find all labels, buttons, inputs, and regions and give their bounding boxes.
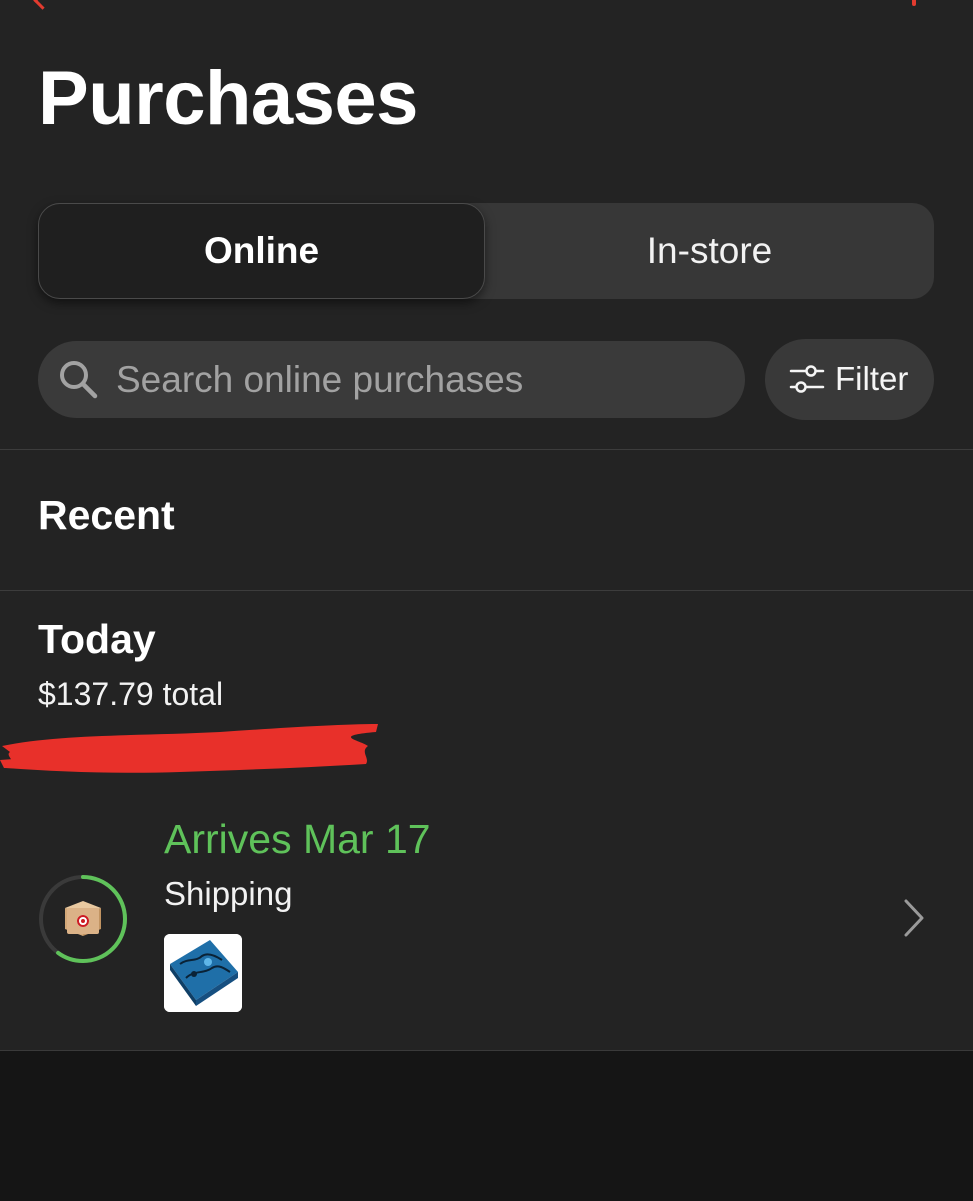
- sliders-icon: [789, 365, 825, 393]
- package-box-icon: [65, 901, 101, 936]
- order-status: Shipping: [164, 875, 293, 912]
- redaction-scribble: [0, 724, 378, 773]
- tab-online[interactable]: Online: [38, 203, 485, 299]
- arrival-date: Arrives Mar 17: [164, 816, 431, 862]
- search-bar[interactable]: [38, 341, 745, 418]
- divider: [0, 449, 973, 450]
- tab-in-store[interactable]: In-store: [485, 203, 934, 299]
- page-title: Purchases: [38, 56, 418, 141]
- app-screen: Purchases Online In-store Filter Recent …: [0, 0, 973, 1050]
- date-group-total: $137.79 total: [38, 676, 224, 712]
- filter-button[interactable]: Filter: [765, 339, 934, 420]
- section-heading-recent: Recent: [38, 492, 175, 538]
- date-group-heading: Today: [38, 616, 156, 662]
- back-chevron-icon[interactable]: [33, 0, 52, 10]
- search-icon: [60, 361, 98, 399]
- product-thumbnail: [164, 934, 242, 1012]
- bottom-empty-area: [0, 1050, 973, 1201]
- divider: [0, 590, 973, 591]
- chevron-right-icon[interactable]: [898, 898, 932, 938]
- top-right-edge-mark: [912, 0, 916, 6]
- purchase-type-segmented-control: Online In-store: [38, 203, 934, 299]
- filter-label: Filter: [835, 360, 909, 397]
- order-row[interactable]: Arrives Mar 17 Shipping: [0, 800, 973, 1040]
- search-input[interactable]: [116, 341, 726, 418]
